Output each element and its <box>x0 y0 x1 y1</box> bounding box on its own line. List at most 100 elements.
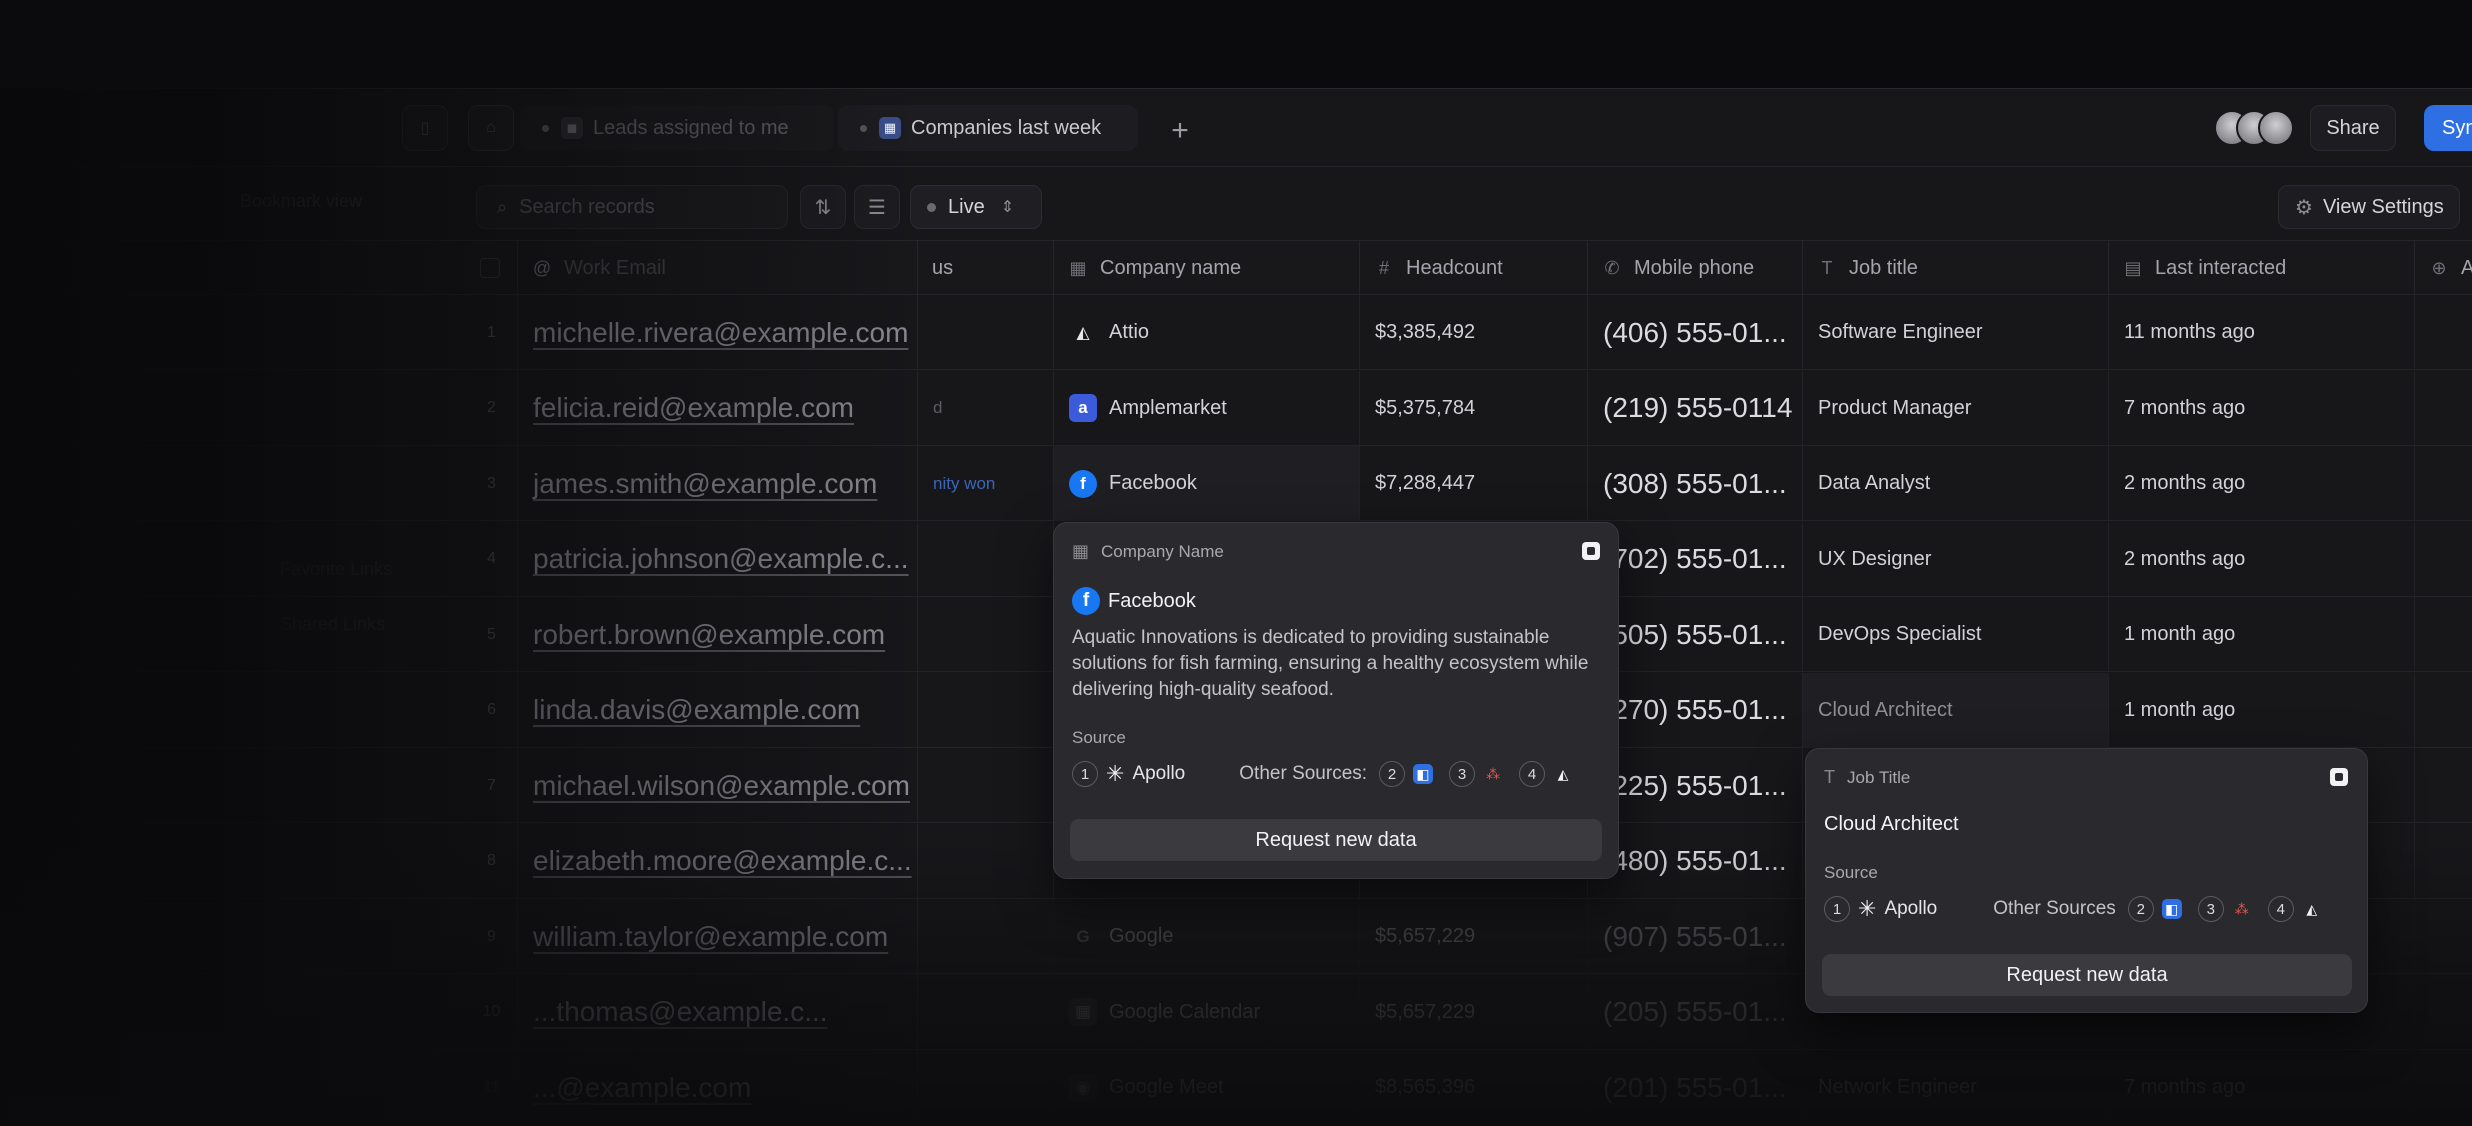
status-cell[interactable] <box>918 672 1054 748</box>
status-cell[interactable] <box>918 1050 1054 1125</box>
job-title-cell[interactable]: Cloud Architect <box>1803 672 2109 748</box>
table-row[interactable]: 3 james.smith@example.com nity won f Faceboo… <box>0 446 2472 521</box>
column-work-email[interactable]: @ Work Email <box>518 241 918 295</box>
column-company-name[interactable]: ▦ Company name <box>1054 241 1360 295</box>
column-add[interactable]: ⊕A <box>2415 241 2472 295</box>
sync-button[interactable]: Syn <box>2424 105 2472 151</box>
company-name-cell[interactable]: a Amplemarket <box>1054 370 1360 446</box>
status-cell[interactable] <box>918 974 1054 1050</box>
mobile-phone-cell[interactable]: (406) 555-01... <box>1588 295 1803 370</box>
headcount-cell[interactable]: $8,565,396 <box>1360 1050 1588 1125</box>
status-cell[interactable] <box>918 295 1054 370</box>
work-email-cell-text[interactable]: michelle.rivera@example.com <box>533 317 908 349</box>
empty-cell[interactable] <box>2415 295 2472 370</box>
job-title-cell[interactable]: UX Designer <box>1803 521 2109 597</box>
company-name-cell[interactable]: f Facebook <box>1054 446 1360 521</box>
status-cell[interactable] <box>918 521 1054 597</box>
row-number-cell[interactable]: 5 <box>466 597 518 672</box>
attio-icon[interactable]: ◭ <box>2302 899 2322 919</box>
sidebar-item-shared-links[interactable]: Shared Links <box>280 614 385 635</box>
work-email-cell[interactable]: michael.wilson@example.com <box>518 748 918 823</box>
status-cell[interactable] <box>918 823 1054 899</box>
work-email-cell-text[interactable]: robert.brown@example.com <box>533 619 885 651</box>
mobile-phone-cell[interactable]: (270) 555-01... <box>1588 672 1803 748</box>
work-email-cell[interactable]: james.smith@example.com <box>518 446 918 521</box>
work-email-cell-text[interactable]: ...@example.com <box>533 1072 751 1104</box>
empty-cell[interactable] <box>2415 446 2472 521</box>
source-logo-icon[interactable]: ◧ <box>1413 764 1434 784</box>
work-email-cell-text[interactable]: michael.wilson@example.com <box>533 770 910 802</box>
empty-cell[interactable] <box>2415 597 2472 672</box>
work-email-cell[interactable]: robert.brown@example.com <box>518 597 918 672</box>
mobile-phone-cell[interactable]: (907) 555-01... <box>1588 899 1803 974</box>
row-number-cell[interactable]: 9 <box>466 899 518 974</box>
row-number-cell[interactable]: 6 <box>466 672 518 748</box>
mobile-phone-cell[interactable]: (219) 555-0114 <box>1588 370 1803 446</box>
job-title-cell[interactable]: Software Engineer <box>1803 295 2109 370</box>
row-number-cell[interactable]: 3 <box>466 446 518 521</box>
share-button[interactable]: Share <box>2310 105 2396 151</box>
company-name-cell[interactable]: ◭ Attio <box>1054 295 1360 370</box>
attio-icon[interactable]: ◭ <box>1553 764 1573 784</box>
sort-button[interactable]: ⇅ <box>800 185 846 229</box>
status-cell[interactable] <box>918 899 1054 974</box>
work-email-cell[interactable]: ...thomas@example.c... <box>518 974 918 1050</box>
request-new-data-button[interactable]: Request new data <box>1822 954 2352 996</box>
company-name-cell[interactable]: G Google <box>1054 899 1360 974</box>
row-number-cell[interactable]: 4 <box>466 521 518 597</box>
status-cell[interactable] <box>918 597 1054 672</box>
bookmark-view-label[interactable]: Bookmark view <box>240 191 362 212</box>
hubspot-icon[interactable]: ⁂ <box>2232 899 2252 919</box>
close-button[interactable] <box>2330 768 2348 786</box>
work-email-cell[interactable]: ...@example.com <box>518 1050 918 1125</box>
last-interacted-cell[interactable]: 2 months ago <box>2109 446 2415 521</box>
headcount-cell[interactable]: $3,385,492 <box>1360 295 1588 370</box>
work-email-cell-text[interactable]: felicia.reid@example.com <box>533 392 854 424</box>
column-last-interacted[interactable]: ▤ Last interacted <box>2109 241 2415 295</box>
mobile-phone-cell[interactable]: (225) 555-01... <box>1588 748 1803 823</box>
mobile-phone-cell[interactable]: (505) 555-01... <box>1588 597 1803 672</box>
search-input[interactable]: ⌕ Search records <box>476 185 788 229</box>
job-title-cell[interactable]: Data Analyst <box>1803 446 2109 521</box>
table-row[interactable]: 11 ...@example.com ◉ Google Meet $8,565,396 (… <box>0 1050 2472 1125</box>
headcount-cell[interactable]: $5,375,784 <box>1360 370 1588 446</box>
work-email-cell-text[interactable]: james.smith@example.com <box>533 468 877 500</box>
work-email-cell[interactable]: felicia.reid@example.com <box>518 370 918 446</box>
row-number-cell[interactable]: 8 <box>466 823 518 899</box>
live-select[interactable]: Live ⇕ <box>910 185 1042 229</box>
source-logo-icon[interactable]: ◧ <box>2161 899 2182 919</box>
request-new-data-button[interactable]: Request new data <box>1070 819 1602 861</box>
last-interacted-cell[interactable]: 1 month ago <box>2109 597 2415 672</box>
primary-source-name[interactable]: Apollo <box>1884 898 1937 920</box>
last-interacted-cell[interactable]: 7 months ago <box>2109 1050 2415 1125</box>
sidebar-item-favorite-links[interactable]: Favorite Links <box>280 559 392 580</box>
close-button[interactable] <box>1582 542 1600 560</box>
hubspot-icon[interactable]: ⁂ <box>1483 764 1503 784</box>
job-title-cell[interactable]: DevOps Specialist <box>1803 597 2109 672</box>
last-interacted-cell[interactable]: 1 month ago <box>2109 672 2415 748</box>
work-email-cell[interactable]: elizabeth.moore@example.c... <box>518 823 918 899</box>
job-title-cell[interactable]: Product Manager <box>1803 370 2109 446</box>
add-tab-button[interactable]: + <box>1160 111 1200 151</box>
work-email-cell[interactable]: michelle.rivera@example.com <box>518 295 918 370</box>
mobile-phone-cell[interactable]: (201) 555-01... <box>1588 1050 1803 1125</box>
mobile-phone-cell[interactable]: (205) 555-01... <box>1588 974 1803 1050</box>
work-email-cell[interactable]: patricia.johnson@example.c... <box>518 521 918 597</box>
filter-button[interactable]: ☰ <box>854 185 900 229</box>
work-email-cell-text[interactable]: elizabeth.moore@example.c... <box>533 845 912 877</box>
status-cell[interactable]: d <box>918 370 1054 446</box>
mobile-phone-cell[interactable]: (480) 555-01... <box>1588 823 1803 899</box>
empty-cell[interactable] <box>2415 371 2472 446</box>
empty-cell[interactable] <box>2415 824 2472 899</box>
headcount-cell[interactable]: $5,657,229 <box>1360 899 1588 974</box>
sidebar-toggle-button[interactable]: ▯ <box>402 105 448 151</box>
tab-companies-last-week[interactable]: ▦ Companies last week <box>838 105 1138 151</box>
empty-cell[interactable] <box>2415 1050 2472 1125</box>
work-email-cell[interactable]: linda.davis@example.com <box>518 672 918 748</box>
last-interacted-cell[interactable]: 11 months ago <box>2109 295 2415 370</box>
empty-cell[interactable] <box>2415 673 2472 748</box>
work-email-cell-text[interactable]: patricia.johnson@example.c... <box>533 543 909 575</box>
table-row[interactable]: 2 felicia.reid@example.com d a Amplemarket $5… <box>0 370 2472 446</box>
view-settings-button[interactable]: ⚙ View Settings <box>2278 185 2460 229</box>
column-status[interactable]: us <box>918 241 1054 295</box>
